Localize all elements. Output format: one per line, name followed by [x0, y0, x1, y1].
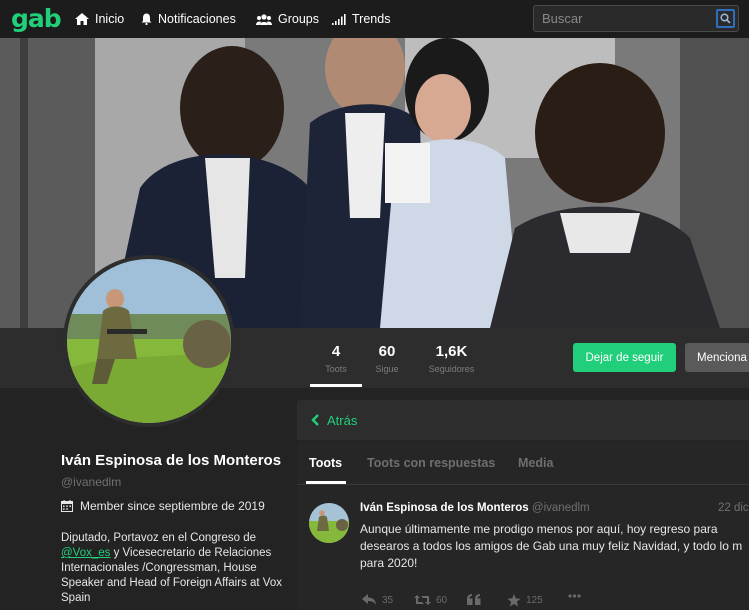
stat-toots-value: 4	[331, 343, 341, 360]
mention-button[interactable]: Menciona	[685, 343, 749, 372]
reply-count: 35	[382, 594, 394, 606]
profile-avatar	[63, 255, 235, 427]
top-navigation: gab Inicio Notificaciones Groups Trends	[0, 0, 749, 38]
profile-page: gab Inicio Notificaciones Groups Trends	[0, 0, 749, 610]
calendar-icon	[61, 500, 73, 512]
retweet-icon	[414, 595, 431, 605]
tab-media[interactable]: Media	[518, 456, 553, 470]
nav-trends-label: Trends	[352, 12, 391, 26]
stats-active-indicator	[310, 384, 362, 387]
post-content-line-1: Aunque últimamente me prodigo menos por …	[360, 522, 718, 536]
bio-text-before: Diputado, Portavoz en el Congreso de	[61, 532, 256, 544]
member-since: Member since septiembre de 2019	[61, 499, 265, 513]
stat-seguidores[interactable]: 1,6K Seguidores	[424, 343, 479, 374]
stat-toots[interactable]: 4 Toots	[322, 343, 350, 374]
post-author-line: Iván Espinosa de los Monteros @ivanedlm	[360, 502, 590, 514]
nav-inicio-label: Inicio	[95, 12, 125, 26]
back-label: Atrás	[327, 412, 358, 428]
post-author-handle: @ivanedlm	[531, 502, 590, 514]
post-date[interactable]: 22 dic	[718, 502, 749, 514]
post-author-avatar[interactable]	[309, 503, 349, 543]
profile-handle: @ivanedlm	[61, 475, 122, 489]
nav-notificaciones-label: Notificaciones	[158, 12, 236, 26]
member-since-text: Member since septiembre de 2019	[80, 499, 265, 513]
gab-logo[interactable]: gab	[11, 4, 62, 33]
tab-active-indicator	[306, 481, 346, 484]
quote-icon	[467, 594, 481, 605]
ellipsis-icon	[568, 594, 581, 598]
stat-sigue-value: 60	[378, 343, 396, 360]
stat-sigue[interactable]: 60 Sigue	[368, 343, 406, 374]
stat-sigue-label: Sigue	[375, 364, 399, 374]
more-options-button[interactable]	[568, 594, 586, 598]
timeline-tabs: Toots Toots con respuestas Media	[297, 441, 749, 485]
search-input[interactable]	[534, 6, 714, 31]
stat-seguidores-value: 1,6K	[435, 343, 468, 360]
tab-toots-con-respuestas[interactable]: Toots con respuestas	[367, 456, 495, 470]
home-icon	[75, 13, 89, 25]
reply-button[interactable]: 35	[362, 594, 393, 606]
profile-bio: Diputado, Portavoz en el Congreso de @Vo…	[61, 531, 291, 606]
star-icon	[507, 594, 521, 607]
unfollow-button[interactable]: Dejar de seguir	[573, 343, 676, 372]
post-avatar-illustration	[309, 503, 349, 543]
post-author-name[interactable]: Iván Espinosa de los Monteros	[360, 502, 529, 514]
group-icon	[256, 13, 272, 25]
post-content: Aunque últimamente me prodigo menos por …	[360, 521, 749, 572]
repost-button[interactable]: 60	[414, 594, 447, 606]
favourite-count: 125	[526, 595, 543, 606]
bell-icon	[141, 13, 152, 25]
search-box	[533, 5, 739, 32]
nav-inicio[interactable]: Inicio	[75, 0, 124, 38]
post-content-line-2: desearos a todos los amigos de Gab una m…	[360, 539, 743, 553]
stat-seguidores-label: Seguidores	[428, 364, 475, 374]
back-button[interactable]: Atrás	[297, 400, 749, 440]
profile-name: Iván Espinosa de los Monteros	[61, 452, 282, 469]
signal-icon	[332, 13, 346, 25]
quote-button[interactable]	[467, 594, 486, 605]
favourite-button[interactable]: 125	[507, 594, 543, 607]
search-button[interactable]	[716, 9, 735, 28]
nav-notificaciones[interactable]: Notificaciones	[141, 0, 236, 38]
tab-toots[interactable]: Toots	[309, 456, 342, 470]
nav-groups-label: Groups	[278, 12, 319, 26]
stat-toots-label: Toots	[325, 364, 347, 374]
bio-link-vox[interactable]: @Vox_es	[61, 547, 110, 559]
repost-count: 60	[436, 594, 448, 606]
avatar-photo-illustration	[67, 259, 231, 423]
search-icon	[720, 13, 731, 24]
nav-groups[interactable]: Groups	[256, 0, 319, 38]
reply-icon	[362, 594, 376, 605]
chevron-left-icon	[311, 414, 319, 426]
nav-trends[interactable]: Trends	[332, 0, 390, 38]
post-content-line-3: para 2020!	[360, 556, 418, 570]
